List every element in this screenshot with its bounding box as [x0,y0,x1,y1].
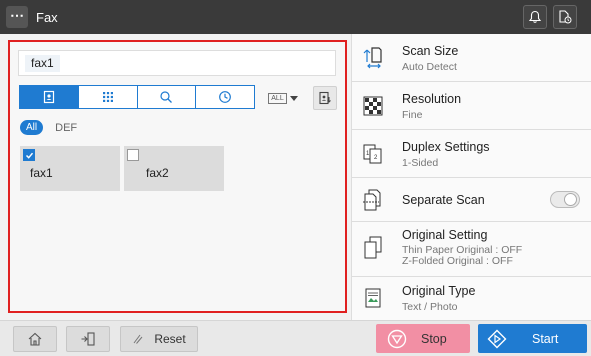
destination-panel: fax1 ALL All DEF fax1 fax2 [8,40,347,313]
separate-scan-toggle[interactable] [550,191,580,208]
card-checkbox[interactable] [127,149,139,161]
more-icon: ⋯ [10,7,24,23]
destination-field[interactable]: fax1 [18,50,336,76]
separate-scan-setting[interactable]: Separate Scan [352,178,591,222]
tab-history[interactable] [196,86,254,108]
chevron-down-icon [289,95,298,101]
card-label: fax2 [146,166,169,180]
duplex-icon: 1 2 [361,142,385,166]
address-card[interactable]: fax1 [20,146,120,191]
tab-search[interactable] [138,86,197,108]
logout-icon [81,332,95,346]
resolution-setting[interactable]: Resolution Fine [352,82,591,130]
settings-panel: Scan Size Auto Detect Resolution Fine 1 … [351,34,591,320]
duplex-value: 1-Sided [402,157,439,169]
search-mode-tabs [19,85,255,109]
resolution-value: Fine [402,109,423,121]
search-icon [160,91,173,103]
reset-label: Reset [154,332,186,346]
separate-scan-title: Separate Scan [402,193,485,207]
duplex-title: Duplex Settings [402,140,490,154]
toggle-knob [564,193,577,206]
scan-size-value: Auto Detect [402,61,457,73]
more-menu-button[interactable]: ⋯ [6,6,28,28]
index-filter-dropdown[interactable]: ALL [264,87,302,109]
home-button[interactable] [13,326,57,352]
address-list: fax1 fax2 [20,146,224,191]
logout-button[interactable] [66,326,110,352]
separate-scan-icon [361,188,385,212]
notification-button[interactable] [523,5,547,29]
index-filter-value: ALL [268,92,287,104]
original-type-title: Original Type [402,284,476,298]
original-setting-icon [361,236,385,260]
checkmark-icon [25,152,33,159]
start-icon [487,329,507,348]
filter-all[interactable]: All [20,120,44,135]
start-label: Start [532,331,559,346]
reset-icon [133,334,143,344]
scan-size-icon [361,46,385,70]
keypad-icon [102,92,113,102]
tab-keypad[interactable] [79,86,138,108]
bell-icon [528,10,542,23]
reset-button[interactable]: Reset [120,326,198,352]
address-book-add-icon [319,91,331,105]
resolution-icon [361,94,385,118]
bottom-bar: Reset Stop Start [0,320,591,356]
card-checkbox[interactable] [23,149,35,161]
start-button[interactable]: Start [478,324,587,353]
original-type-value: Text / Photo [402,301,458,313]
original-type-icon [361,286,385,310]
scan-size-setting[interactable]: Scan Size Auto Detect [352,34,591,82]
resolution-title: Resolution [402,92,462,106]
stop-button[interactable]: Stop [376,324,470,353]
device-status-button[interactable] [553,5,577,29]
card-label: fax1 [30,166,53,180]
tab-address-book[interactable] [20,86,79,108]
stop-label: Stop [421,331,447,346]
original-type-setting[interactable]: Original Type Text / Photo [352,277,591,320]
home-icon [28,332,42,346]
original-setting-value-2: Z-Folded Original : OFF [402,255,513,267]
device-status-icon [559,10,572,24]
history-icon [219,91,232,103]
address-book-add-button[interactable] [313,86,337,110]
index-filter-row: All DEF [20,120,77,135]
scan-size-title: Scan Size [402,44,459,58]
destination-chip[interactable]: fax1 [25,55,60,72]
top-bar: ⋯ Fax [0,0,591,34]
address-card[interactable]: fax2 [124,146,224,191]
filter-def[interactable]: DEF [55,122,77,134]
original-setting[interactable]: Original Setting Thin Paper Original : O… [352,222,591,277]
app-title: Fax [36,9,58,25]
stop-icon [387,329,407,348]
original-setting-title: Original Setting [402,228,488,242]
address-book-icon [43,90,54,104]
duplex-setting[interactable]: 1 2 Duplex Settings 1-Sided [352,130,591,178]
